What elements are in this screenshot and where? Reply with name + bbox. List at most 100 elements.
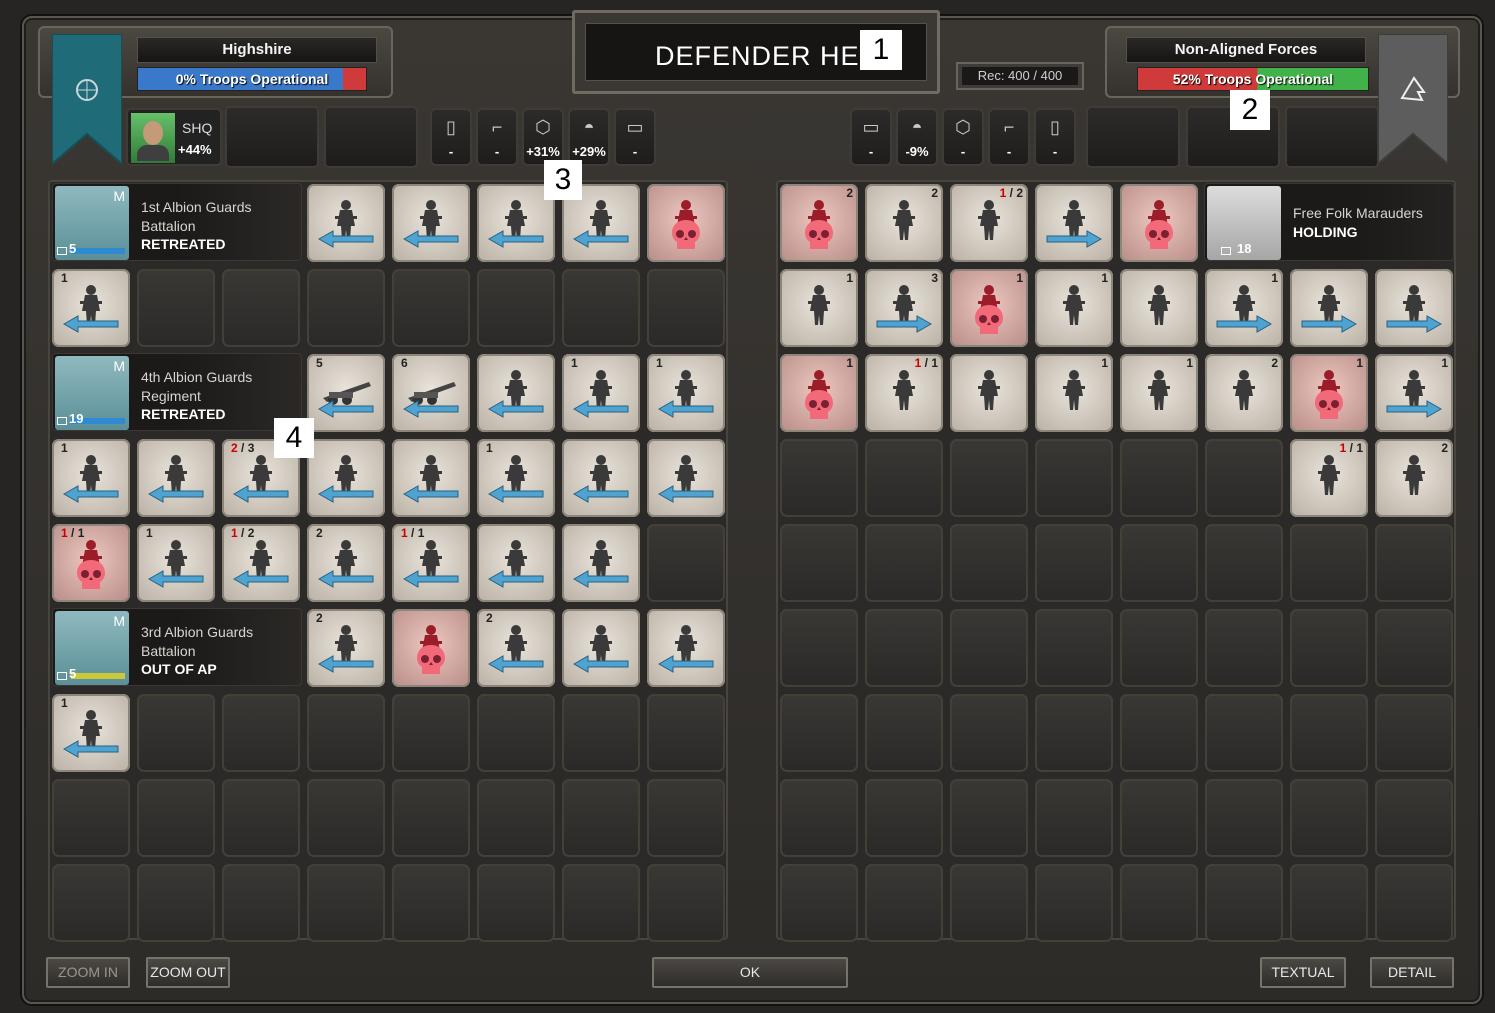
retreat-arrow-icon [487,230,544,248]
unit-tile[interactable]: 1 / 1 [392,524,470,602]
destroyed-unit-tile[interactable] [1120,184,1198,262]
unit-tile[interactable]: 1 [1120,354,1198,432]
unit-tile[interactable]: 1 / 2 [222,524,300,602]
unit-tile[interactable] [477,354,555,432]
pistol-icon: ⌐ [491,117,503,137]
zoom-out-button[interactable]: ZOOM OUT [146,957,230,988]
empty-grid-cell [1035,439,1113,517]
unit-tile[interactable]: 6 [392,354,470,432]
hq-status: RETREATED [141,406,226,422]
unit-count: 3 [931,271,938,285]
zoom-in-button[interactable]: ZOOM IN [46,957,130,988]
unit-tile[interactable]: 3 [865,269,943,347]
unit-tile[interactable]: 1 / 1 [865,354,943,432]
retreat-arrow-icon [317,485,374,503]
unit-tile[interactable] [137,439,215,517]
right-unit-grid: 2 2 1 / 2 1 3 1 1 1 1 1 / 1 1 1 2 1 1 1 / 1 2 [776,180,1456,942]
unit-tile[interactable]: 2 [1205,354,1283,432]
left-hq-panel[interactable]: M5 3rd Albion Guards Battalion OUT OF AP [52,608,302,686]
empty-grid-cell [307,269,385,347]
unit-count: 1 [846,271,853,285]
soldier-icon [893,370,915,410]
unit-tile[interactable]: 5 [307,354,385,432]
destroyed-unit-tile[interactable]: 1 [1290,354,1368,432]
unit-tile[interactable]: 1 [477,439,555,517]
hq-status: RETREATED [141,236,226,252]
unit-count: 1 / 1 [914,356,938,370]
unit-tile[interactable]: 1 [137,524,215,602]
unit-tile[interactable] [562,439,640,517]
unit-tile[interactable]: 1 / 2 [950,184,1028,262]
hq-name: 3rd Albion Guards Battalion [141,624,254,659]
empty-grid-cell [307,694,385,772]
left-hq-panel[interactable]: M 19 4th Albion Guards Regiment RETREATED [52,353,302,431]
unit-tile[interactable] [1290,269,1368,347]
unit-tile[interactable] [1120,269,1198,347]
unit-tile[interactable] [562,524,640,602]
pistol-icon: ⌐ [1003,117,1015,137]
helmet-icon: ◓ [911,117,923,137]
unit-tile[interactable]: 1 [52,439,130,517]
right-mod-hexagon: ⬡ - [942,108,984,166]
destroyed-unit-tile[interactable]: 1 [950,269,1028,347]
hq-portrait: M5 [55,186,129,260]
hq-count: 19 [69,411,84,426]
destroyed-unit-tile[interactable] [392,609,470,687]
shq-slot[interactable]: SHQ +44% [126,108,222,166]
unit-tile[interactable] [392,184,470,262]
unit-tile[interactable]: 1 [1035,269,1113,347]
unit-tile[interactable]: 2 [307,609,385,687]
unit-tile[interactable] [392,439,470,517]
hq-mark: M [113,188,125,204]
destroyed-unit-tile[interactable]: 1 / 1 [52,524,130,602]
mod-value: - [448,144,454,159]
unit-tile[interactable] [647,439,725,517]
unit-count: 1 / 1 [401,526,425,540]
unit-tile[interactable]: 1 / 1 [1290,439,1368,517]
textual-button[interactable]: TEXTUAL [1260,957,1346,988]
unit-tile[interactable] [647,609,725,687]
unit-tile[interactable] [950,354,1028,432]
unit-tile[interactable] [307,184,385,262]
unit-tile[interactable]: 1 [52,269,130,347]
empty-grid-cell [865,439,943,517]
helmet-icon: ◓ [583,117,595,137]
unit-tile[interactable] [562,609,640,687]
unit-tile[interactable]: 2 [1375,439,1453,517]
unit-tile[interactable]: 1 [1375,354,1453,432]
empty-grid-cell [865,609,943,687]
left-mod-helmet: ◓ +29% [568,108,610,166]
unit-tile[interactable]: 1 [562,354,640,432]
empty-grid-cell [1205,439,1283,517]
unit-tile[interactable] [307,439,385,517]
unit-count: 1 [486,441,493,455]
right-mod-barrel: ▭ - [850,108,892,166]
retreat-arrow-icon [62,740,119,758]
unit-tile[interactable]: 1 [780,269,858,347]
empty-grid-cell [1205,694,1283,772]
unit-tile[interactable]: 2 [307,524,385,602]
hq-count: 5 [69,666,77,681]
destroyed-unit-tile[interactable]: 2 [780,184,858,262]
detail-button[interactable]: DETAIL [1370,957,1454,988]
unit-tile[interactable]: 1 [1035,354,1113,432]
destroyed-unit-tile[interactable]: 1 [780,354,858,432]
unit-tile[interactable] [1375,269,1453,347]
unit-tile[interactable] [477,524,555,602]
unit-tile[interactable] [1035,184,1113,262]
empty-grid-cell [865,779,943,857]
unit-tile[interactable]: 1 [647,354,725,432]
unit-tile[interactable]: 1 [52,694,130,772]
retreat-arrow-icon [402,400,459,418]
left-hq-panel[interactable]: M5 1st Albion Guards Battalion RETREATED [52,183,302,261]
empty-grid-cell [647,269,725,347]
unit-tile[interactable]: 2 [865,184,943,262]
ok-button[interactable]: OK [652,957,848,988]
destroyed-unit-tile[interactable] [647,184,725,262]
empty-grid-cell [307,779,385,857]
retreat-arrow-icon [62,315,119,333]
unit-tile[interactable]: 1 [1205,269,1283,347]
right-hq-panel[interactable]: 18 Free Folk Marauders HOLDING [1204,183,1454,261]
unit-tile[interactable]: 2 [477,609,555,687]
empty-grid-cell [1290,609,1368,687]
